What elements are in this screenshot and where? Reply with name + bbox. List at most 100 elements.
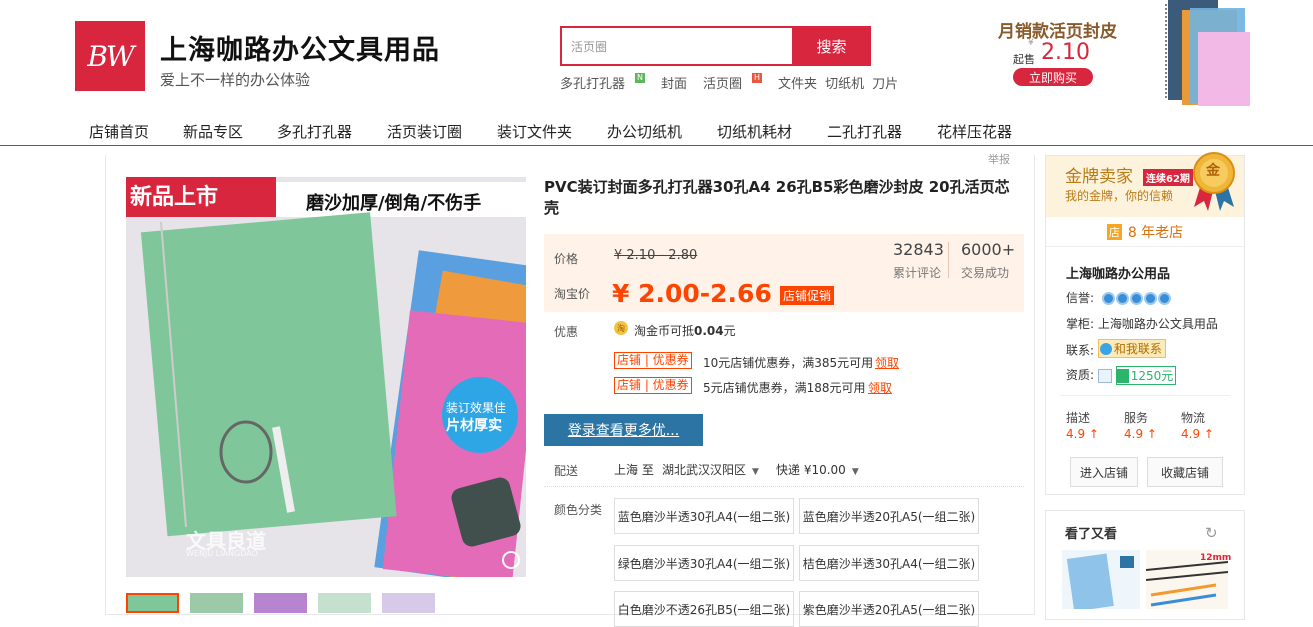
- seller-name[interactable]: 上海咖路办公用品: [1066, 263, 1170, 282]
- sku-option[interactable]: 白色磨沙不透26孔B5(一组二张): [614, 591, 794, 627]
- claim-coupon-link[interactable]: 领取: [868, 379, 892, 396]
- watermark-en: WENJU LIANGDAO: [186, 549, 258, 558]
- also-viewed-item[interactable]: [1062, 550, 1140, 609]
- color-label: 颜色分类: [554, 503, 603, 517]
- nav-item-embosser[interactable]: 花样压花器: [937, 121, 1012, 142]
- search-button[interactable]: 搜索: [792, 26, 871, 66]
- gold-seller-subtitle: 我的金牌，你的信赖: [1065, 189, 1174, 203]
- original-price: ¥ 2.10 - 2.80: [614, 248, 698, 263]
- crown-icon: [1115, 292, 1129, 305]
- sale-price: ¥ 2.00-2.66: [612, 279, 772, 308]
- thumbnail[interactable]: [318, 593, 371, 613]
- chevron-down-icon: ▼: [752, 467, 759, 477]
- price-label: 价格: [554, 252, 579, 266]
- shipping-label: 配送: [554, 464, 579, 478]
- score-value: 4.9 ↑: [1181, 427, 1214, 441]
- coin-discount: 淘金币可抵0.04元: [634, 324, 736, 338]
- sales-count: 6000+: [961, 240, 1016, 259]
- login-more-deals-button[interactable]: 登录查看更多优...: [544, 414, 703, 446]
- thumbnail[interactable]: [190, 593, 243, 613]
- score-label: 物流: [1181, 411, 1206, 425]
- divider: [1060, 395, 1230, 396]
- hot-word-link[interactable]: 文件夹: [778, 73, 817, 92]
- taobao-price-label: 淘宝价: [554, 287, 591, 301]
- promo-product-image[interactable]: [1160, 0, 1255, 108]
- refresh-icon[interactable]: ↻: [1205, 524, 1218, 542]
- stat-divider: [948, 242, 949, 278]
- crown-icon: [1129, 292, 1143, 305]
- coupon-tag: 店铺 | 优惠券: [614, 352, 692, 369]
- hot-word-link[interactable]: 刀片: [872, 73, 898, 92]
- review-count[interactable]: 32843: [893, 240, 944, 259]
- hot-word-link[interactable]: 多孔打孔器 N: [560, 73, 653, 92]
- promo-from-label: 起售: [1013, 53, 1035, 66]
- search-input[interactable]: 活页圈: [560, 26, 792, 66]
- deposit-badge[interactable]: 1250元: [1115, 366, 1177, 385]
- chat-icon: [1099, 342, 1112, 355]
- score-value: 4.9 ↑: [1066, 427, 1099, 441]
- score-label: 服务: [1124, 411, 1149, 425]
- shop-nav: 店铺首页 新品专区 多孔打孔器 活页装订圈 装订文件夹 办公切纸机 切纸机耗材 …: [0, 116, 1313, 146]
- thumbnail[interactable]: [254, 593, 307, 613]
- thumbnail[interactable]: [382, 593, 435, 613]
- hot-word-link[interactable]: 活页圈 H: [703, 73, 770, 92]
- crown-icon: [1101, 292, 1115, 305]
- divider: [544, 486, 1024, 487]
- report-link[interactable]: 举报: [988, 151, 1010, 167]
- buy-now-button[interactable]: 立即购买: [1013, 68, 1093, 86]
- promo-title[interactable]: 月销款活页封皮: [998, 17, 1117, 42]
- taobao-coin-icon: 淘: [614, 321, 628, 335]
- keeper-row: 掌柜: 上海咖路办公文具用品: [1066, 317, 1218, 331]
- coupon-tag: 店铺 | 优惠券: [614, 377, 692, 394]
- gold-seller-tag: 连续62期: [1143, 169, 1193, 186]
- score-label: 描述: [1066, 411, 1091, 425]
- promo-price: 2.10: [1041, 40, 1090, 65]
- hot-word-link[interactable]: 封面: [661, 73, 687, 92]
- hot-words: 多孔打孔器 N 封面 活页圈 H 文件夹 切纸机 刀片: [560, 73, 906, 92]
- shop-name: 上海咖路办公文具用品: [160, 35, 440, 66]
- hot-word-link[interactable]: 切纸机: [825, 73, 864, 92]
- circle-text-1: 装订效果佳: [446, 401, 507, 415]
- contact-row: 联系: 和我联系: [1066, 339, 1166, 359]
- qualification-row: 资质: 1250元: [1066, 366, 1177, 385]
- contact-seller-button[interactable]: 和我联系: [1097, 339, 1166, 358]
- crown-icon: [1143, 292, 1157, 305]
- credit-row: 信誉:: [1066, 289, 1172, 306]
- promo-currency: ¥: [1028, 38, 1034, 48]
- coupon-text: 10元店铺优惠券，满385元可用: [703, 356, 874, 370]
- nav-item-home[interactable]: 店铺首页: [89, 121, 149, 142]
- discount-label: 优惠: [554, 325, 579, 339]
- product-main-image[interactable]: 新品上市 磨沙加厚/倒角/不伤手 装订效果佳 片材厚实 文具良道 WENJU L…: [126, 177, 526, 577]
- sku-option[interactable]: 绿色磨沙半透30孔A4(一组二张): [614, 545, 794, 581]
- sku-option[interactable]: 桔色磨沙半透30孔A4(一组二张): [799, 545, 979, 581]
- review-count-label: 累计评论: [893, 266, 942, 280]
- score-value: 4.9 ↑: [1124, 427, 1157, 441]
- id-verified-icon[interactable]: [1097, 368, 1112, 383]
- claim-coupon-link[interactable]: 领取: [875, 354, 899, 371]
- shop-years: 店8 年老店: [1046, 217, 1244, 247]
- shop-logo[interactable]: BW: [75, 21, 145, 91]
- nav-item-folder[interactable]: 装订文件夹: [497, 121, 572, 142]
- enter-shop-button[interactable]: 进入店铺: [1070, 457, 1138, 487]
- crown-icon: [1157, 292, 1171, 305]
- new-badge-icon: N: [635, 73, 645, 83]
- keeper-name[interactable]: 上海咖路办公文具用品: [1098, 317, 1218, 331]
- shop-icon: 店: [1106, 223, 1122, 240]
- nav-item-two-hole-puncher[interactable]: 二孔打孔器: [827, 121, 902, 142]
- circle-text-2: 片材厚实: [446, 418, 502, 434]
- nav-item-cutter-supplies[interactable]: 切纸机耗材: [717, 121, 792, 142]
- sku-option[interactable]: 蓝色磨沙半透30孔A4(一组二张): [614, 498, 794, 534]
- also-viewed-title: 看了又看: [1065, 527, 1118, 542]
- nav-item-puncher[interactable]: 多孔打孔器: [277, 121, 352, 142]
- ship-method-dropdown[interactable]: 快递 ¥10.00 ▼: [776, 461, 859, 478]
- sku-option[interactable]: 蓝色磨沙半透20孔A5(一组二张): [799, 498, 979, 534]
- sku-option[interactable]: 紫色磨沙半透20孔A5(一组二张): [799, 591, 979, 627]
- nav-item-binding-ring[interactable]: 活页装订圈: [387, 121, 462, 142]
- ship-from: 上海 至: [614, 463, 654, 477]
- ship-to-dropdown[interactable]: 湖北武汉汉阳区 ▼: [662, 461, 759, 478]
- promo-tag: 店铺促销: [780, 286, 835, 305]
- nav-item-new[interactable]: 新品专区: [183, 121, 243, 142]
- favorite-shop-button[interactable]: 收藏店铺: [1147, 457, 1223, 487]
- nav-item-cutter[interactable]: 办公切纸机: [607, 121, 682, 142]
- thumbnail[interactable]: [126, 593, 179, 613]
